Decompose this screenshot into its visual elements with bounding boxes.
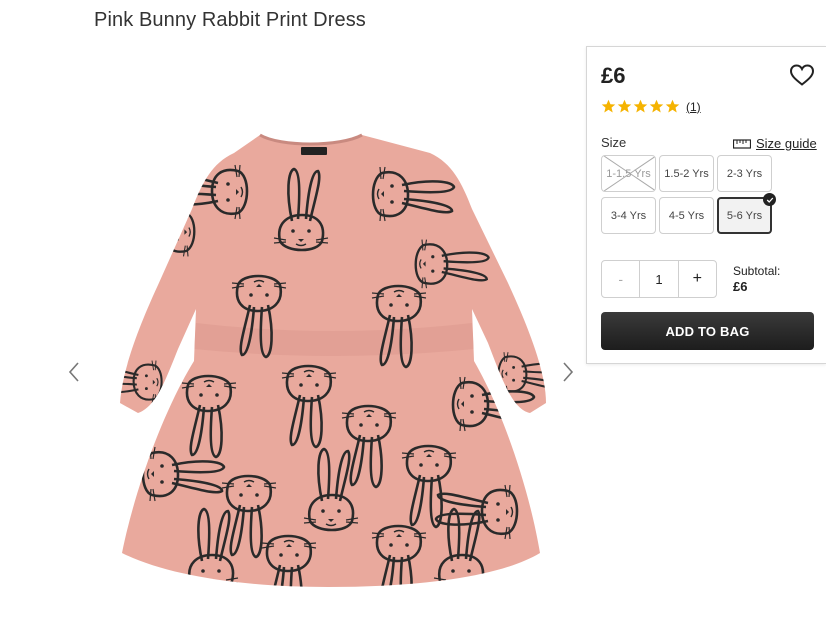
subtotal: Subtotal: £6	[733, 263, 780, 295]
size-guide-link[interactable]: Size guide	[733, 136, 817, 151]
star-icon	[601, 99, 616, 113]
size-option-3-4-yrs[interactable]: 3-4 Yrs	[601, 197, 656, 234]
wishlist-button[interactable]	[789, 63, 815, 87]
add-to-bag-button[interactable]: ADD TO BAG	[601, 312, 814, 350]
size-option-4-5-yrs[interactable]: 4-5 Yrs	[659, 197, 714, 234]
size-option-5-6-yrs[interactable]: 5-6 Yrs	[717, 193, 776, 234]
subtotal-label: Subtotal:	[733, 264, 781, 278]
size-guide-label: Size guide	[756, 136, 817, 151]
product-price: £6	[601, 63, 626, 88]
star-icon	[665, 99, 680, 113]
size-option-label: 5-6 Yrs	[726, 209, 763, 222]
size-option-1-1-5-yrs[interactable]: 1-1.5 Yrs	[601, 155, 656, 192]
product-image[interactable]	[100, 113, 550, 593]
star-icon	[633, 99, 648, 113]
quantity-value[interactable]: 1	[640, 261, 677, 297]
chevron-left-icon	[68, 362, 79, 382]
chevron-right-icon	[563, 362, 574, 382]
subtotal-amount: £6	[733, 279, 748, 294]
quantity-stepper: - 1 +	[601, 260, 717, 298]
size-label: Size	[601, 135, 627, 150]
review-count-link[interactable]: (1)	[686, 100, 701, 114]
decrease-quantity-button[interactable]: -	[602, 261, 641, 297]
product-rating: (1)	[601, 99, 701, 114]
prev-image-button[interactable]	[64, 360, 84, 384]
increase-quantity-button[interactable]: +	[677, 261, 716, 297]
star-icon	[617, 99, 632, 113]
heart-icon	[789, 64, 815, 86]
next-image-button[interactable]	[558, 360, 578, 384]
purchase-panel: £6 (1) Size Size guide 1-1.5 Yrs 1.5-2 Y…	[586, 46, 826, 364]
star-icon	[649, 99, 664, 113]
size-option-2-3-yrs[interactable]: 2-3 Yrs	[717, 155, 772, 192]
product-gallery	[60, 95, 590, 623]
ruler-icon	[733, 138, 751, 149]
product-title: Pink Bunny Rabbit Print Dress	[94, 9, 366, 31]
size-option-1-5-2-yrs[interactable]: 1.5-2 Yrs	[659, 155, 714, 192]
checkmark-icon	[763, 193, 776, 206]
